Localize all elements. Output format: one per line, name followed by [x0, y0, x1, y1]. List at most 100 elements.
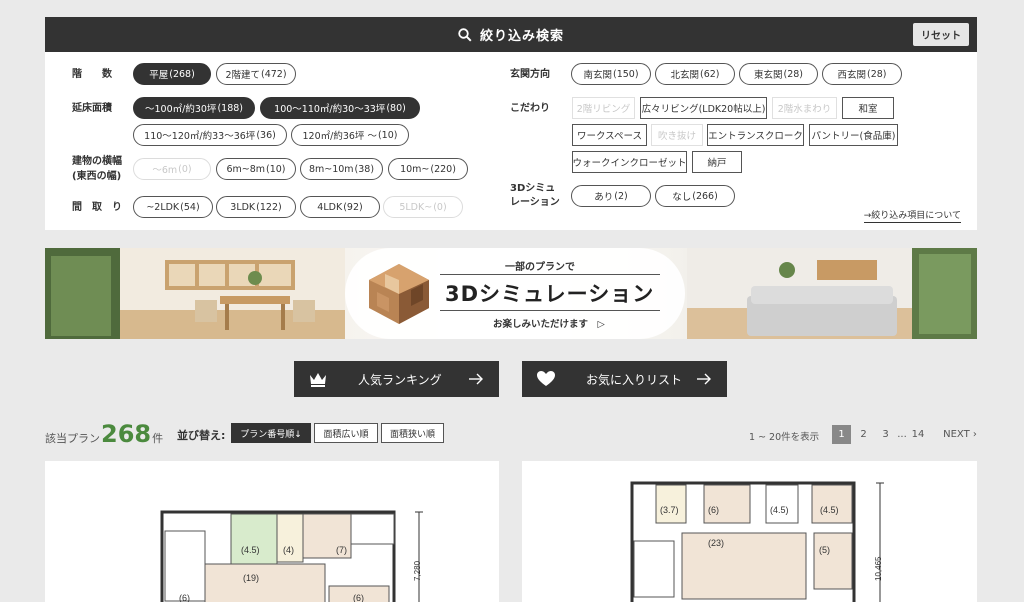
- floors-option-hiraya[interactable]: 平屋 (268): [133, 63, 211, 85]
- width-option-1[interactable]: ～6m (0): [133, 158, 211, 180]
- chip-count: (472): [261, 68, 287, 80]
- chip-label: なし: [672, 192, 692, 203]
- 3d-simulation-banner[interactable]: 一部のプランで 3Dシミュレーション お楽しみいただけます ▷: [45, 248, 977, 339]
- area-option-1[interactable]: ～100㎡/約30坪 (188): [133, 97, 255, 119]
- plan-room-label: (4.5): [820, 505, 839, 515]
- page-3[interactable]: 3: [878, 425, 893, 444]
- plan-room-label: (7): [336, 545, 347, 555]
- chip-count: (266): [692, 190, 718, 202]
- feature-washitsu[interactable]: 和室: [842, 97, 894, 119]
- plan-room-label: (4.5): [241, 545, 260, 555]
- width-option-3[interactable]: 8m~10m (38): [300, 158, 383, 180]
- chip-label: 西玄関: [837, 70, 866, 81]
- sim3d-label-line2: レーション: [510, 197, 560, 208]
- result-count: 該当プラン 268 件: [45, 420, 163, 448]
- width-label-line1: 建物の横幅: [72, 156, 122, 167]
- chip-label: 100～110㎡/約30～33坪: [274, 104, 386, 115]
- feature-2f-living[interactable]: 2階リビング: [572, 97, 635, 119]
- chip-label: 5LDK~: [399, 201, 433, 213]
- banner-caption: 一部のプランで 3Dシミュレーション お楽しみいただけます ▷: [345, 248, 685, 339]
- layout-option-3[interactable]: 4LDK (92): [300, 196, 380, 218]
- feature-2f-water[interactable]: 2階水まわり: [772, 97, 837, 119]
- ranking-button[interactable]: 人気ランキング: [294, 361, 499, 397]
- sort-by-area-small[interactable]: 面積狭い順: [381, 423, 444, 443]
- plan-room-label: (6): [179, 593, 190, 602]
- plan-room-label: (19): [243, 573, 259, 583]
- chip-label: あり: [594, 192, 614, 203]
- banner-title: 3Dシミュレーション: [445, 282, 655, 306]
- entrance-label: 玄関方向: [510, 69, 550, 80]
- entrance-option-south[interactable]: 南玄関 (150): [571, 63, 651, 85]
- feature-workspace[interactable]: ワークスペース: [572, 124, 647, 146]
- search-icon: [458, 27, 472, 42]
- feature-walkin-closet[interactable]: ウォークインクローゼット: [572, 151, 687, 173]
- area-option-3[interactable]: 110～120㎡/約33～36坪 (36): [133, 124, 287, 146]
- plan-room-label: (3.7): [660, 505, 679, 515]
- chip-count: (220): [430, 163, 456, 175]
- plan-room-label: (4): [283, 545, 294, 555]
- entrance-option-west[interactable]: 西玄関 (28): [822, 63, 902, 85]
- chip-count: (10): [266, 163, 286, 175]
- feature-entrance-cloak[interactable]: エントランスクローク: [707, 124, 804, 146]
- chip-count: (2): [614, 190, 628, 202]
- reset-button[interactable]: リセット: [913, 23, 969, 46]
- chip-label: ~2LDK: [146, 201, 180, 213]
- area-option-4[interactable]: 120㎡/約36坪 ～ (10): [291, 124, 409, 146]
- page-1[interactable]: 1: [832, 425, 851, 444]
- chip-count: (62): [700, 68, 720, 80]
- layout-option-2[interactable]: 3LDK (122): [216, 196, 296, 218]
- feature-pantry[interactable]: パントリー(食品庫): [809, 124, 898, 146]
- sim3d-option-no[interactable]: なし (266): [655, 185, 735, 207]
- filter-search-header: 絞り込み検索 リセット: [45, 17, 977, 52]
- sort-by-area-large[interactable]: 面積広い順: [314, 423, 378, 443]
- chip-count: (122): [256, 201, 282, 213]
- chip-label: 10m~: [400, 163, 430, 175]
- floor-plan-image: (4.5) (4) (7) (19) (6) (6) 7,280: [160, 510, 423, 602]
- chip-count: (36): [256, 129, 276, 141]
- layout-option-1[interactable]: ~2LDK (54): [133, 196, 213, 218]
- chip-count: (10): [377, 129, 398, 141]
- area-option-2[interactable]: 100～110㎡/約30～33坪 (80): [260, 97, 420, 119]
- layout-label: 間 取 り: [72, 202, 122, 213]
- sort-label: 並び替え:: [177, 429, 226, 442]
- chip-count: (38): [354, 163, 375, 175]
- filter-help-link[interactable]: →絞り込み項目について: [863, 208, 961, 223]
- page-14[interactable]: 14: [909, 425, 927, 444]
- banner-room-left-image: [45, 248, 345, 339]
- width-option-4[interactable]: 10m~ (220): [388, 158, 468, 180]
- filter-panel: 階 数 延床面積 建物の横幅 (東西の幅) 間 取 り 平屋 (268) 2階建て…: [45, 52, 977, 230]
- next-page-link[interactable]: NEXT ›: [940, 425, 980, 444]
- banner-footer: お楽しみいただけます ▷: [493, 319, 605, 330]
- plan-card[interactable]: (4.5) (4) (7) (19) (6) (6) 7,280: [45, 461, 499, 602]
- chip-count: (28): [867, 68, 887, 80]
- floors-label: 階 数: [72, 69, 112, 80]
- arrow-right-icon: [469, 373, 483, 385]
- plan-room-label: (5): [819, 545, 830, 555]
- chip-label: 3LDK: [230, 201, 256, 213]
- chip-count: (150): [612, 68, 639, 80]
- layout-option-4[interactable]: 5LDK~ (0): [383, 196, 463, 218]
- chip-label: 110～120㎡/約33～36坪: [144, 131, 256, 142]
- floors-option-2f[interactable]: 2階建て (472): [216, 63, 296, 85]
- entrance-option-north[interactable]: 北玄関 (62): [655, 63, 735, 85]
- chip-count: (188): [217, 102, 243, 114]
- chip-count: (0): [178, 163, 192, 175]
- feature-wide-living[interactable]: 広々リビング(LDK20帖以上): [640, 97, 767, 119]
- chip-label: 6m~8m: [226, 163, 266, 175]
- chip-label: 東玄関: [753, 70, 783, 81]
- favorites-label: お気に入りリスト: [586, 373, 683, 387]
- favorites-button[interactable]: お気に入りリスト: [522, 361, 727, 397]
- plan-dimension: 10,465: [874, 556, 883, 581]
- sim3d-option-yes[interactable]: あり (2): [571, 185, 651, 207]
- feature-nando[interactable]: 納戸: [692, 151, 742, 173]
- crown-icon: [310, 373, 326, 387]
- width-option-2[interactable]: 6m~8m (10): [216, 158, 296, 180]
- chip-label: 4LDK: [317, 201, 343, 213]
- feature-fukinuke[interactable]: 吹き抜け: [651, 124, 703, 146]
- chip-count: (80): [386, 102, 406, 114]
- sort-by-plan-number[interactable]: プラン番号順↓: [231, 423, 311, 443]
- search-title-wrap: 絞り込み検索: [45, 17, 977, 52]
- plan-card[interactable]: (3.7) (6) (4.5) (4.5) (23) (5) 10,465: [522, 461, 977, 602]
- entrance-option-east[interactable]: 東玄関 (28): [739, 63, 818, 85]
- page-2[interactable]: 2: [856, 425, 871, 444]
